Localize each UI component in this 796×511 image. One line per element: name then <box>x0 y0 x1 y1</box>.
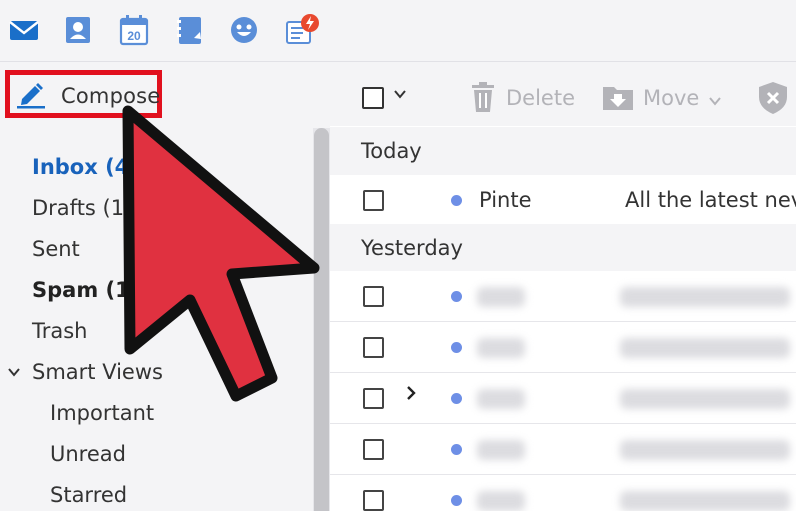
select-all-checkbox[interactable] <box>362 87 384 109</box>
smart-views-chevron-icon[interactable] <box>7 364 21 383</box>
delete-button[interactable]: Delete <box>506 86 575 110</box>
app-switcher-bar: 20 <box>0 0 796 62</box>
blurred-sender <box>477 338 525 358</box>
folder-starred[interactable]: Starred <box>50 483 127 507</box>
folder-unread[interactable]: Unread <box>50 442 126 466</box>
message-checkbox[interactable] <box>363 439 384 460</box>
message-row[interactable] <box>330 373 796 424</box>
message-checkbox[interactable] <box>363 337 384 358</box>
sidebar-scrollbar-thumb[interactable] <box>314 128 329 511</box>
message-subject: All the latest nev <box>625 188 796 212</box>
folder-smart-views[interactable]: Smart Views <box>32 360 163 384</box>
blurred-sender <box>477 440 525 460</box>
trash-icon[interactable] <box>469 82 497 116</box>
unread-dot-icon <box>451 393 462 404</box>
folder-drafts[interactable]: Drafts (14 <box>32 196 137 220</box>
blurred-sender <box>477 491 525 511</box>
blurred-sender <box>477 389 525 409</box>
blurred-subject <box>620 287 790 307</box>
unread-dot-icon <box>451 195 462 206</box>
calendar-day: 20 <box>127 29 141 43</box>
unread-dot-icon <box>451 495 462 506</box>
blurred-subject <box>620 389 790 409</box>
blurred-subject <box>620 491 790 511</box>
blurred-subject <box>620 440 790 460</box>
select-menu-chevron-icon[interactable] <box>393 87 407 105</box>
notepad-icon[interactable] <box>172 12 208 48</box>
pencil-icon <box>16 81 46 109</box>
spam-shield-icon[interactable] <box>758 82 788 118</box>
message-row[interactable] <box>330 322 796 373</box>
calendar-icon[interactable]: 20 <box>116 12 152 48</box>
message-checkbox[interactable] <box>363 490 384 511</box>
message-row[interactable]: Pinte All the latest nev <box>330 175 796 226</box>
blurred-subject <box>620 338 790 358</box>
blurred-sender <box>477 287 525 307</box>
move-button[interactable]: Move <box>643 86 699 110</box>
folder-trash[interactable]: Trash <box>32 319 88 343</box>
group-header-yesterday: Yesterday <box>330 224 796 272</box>
group-header-today: Today <box>330 127 796 175</box>
message-checkbox[interactable] <box>363 388 384 409</box>
folder-sent[interactable]: Sent <box>32 237 80 261</box>
message-checkbox[interactable] <box>363 190 384 211</box>
mail-icon[interactable] <box>6 12 42 48</box>
message-row[interactable] <box>330 271 796 322</box>
message-row[interactable] <box>330 424 796 475</box>
group-header-label: Yesterday <box>361 236 463 260</box>
contacts-icon[interactable] <box>60 12 96 48</box>
compose-button[interactable]: Compose <box>5 70 162 118</box>
compose-label: Compose <box>61 84 161 108</box>
news-icon[interactable] <box>284 12 320 48</box>
folder-important[interactable]: Important <box>50 401 154 425</box>
move-chevron-down-icon[interactable] <box>708 92 722 111</box>
message-checkbox[interactable] <box>363 286 384 307</box>
expand-thread-chevron-icon[interactable] <box>405 385 417 406</box>
folder-inbox[interactable]: Inbox (43 <box>32 155 144 179</box>
group-header-label: Today <box>361 139 422 163</box>
unread-dot-icon <box>451 291 462 302</box>
messenger-icon[interactable] <box>226 12 262 48</box>
folder-spam[interactable]: Spam (14 <box>32 278 144 302</box>
message-sender: Pinte <box>479 188 532 212</box>
move-folder-icon[interactable] <box>603 84 635 114</box>
unread-dot-icon <box>451 444 462 455</box>
unread-dot-icon <box>451 342 462 353</box>
message-row[interactable] <box>330 475 796 511</box>
